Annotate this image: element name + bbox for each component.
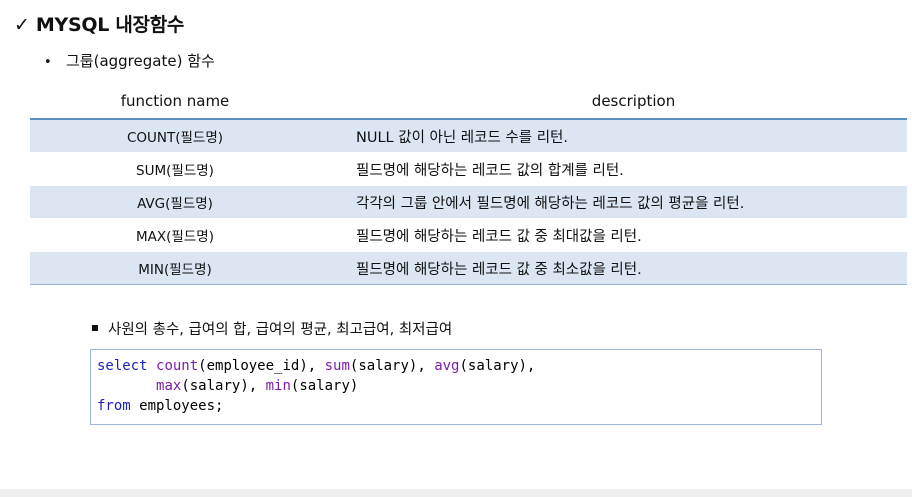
subtitle-text: 그룹(aggregate) 함수 bbox=[66, 52, 215, 70]
bottom-strip bbox=[0, 489, 912, 497]
sql-code-block: select count(employee_id), sum(salary), … bbox=[90, 349, 822, 425]
function-cell: SUM(필드명) bbox=[30, 152, 320, 186]
example-note: 사원의 총수, 급여의 합, 급여의 평균, 최고급여, 최저급여 bbox=[92, 318, 452, 339]
square-bullet-icon bbox=[92, 325, 98, 331]
note-text: 사원의 총수, 급여의 합, 급여의 평균, 최고급여, 최저급여 bbox=[108, 322, 453, 338]
table-row: AVG(필드명) 각각의 그룹 안에서 필드명에 해당하는 레코드 값의 평균을… bbox=[30, 185, 907, 219]
code-text: (salary) bbox=[290, 378, 359, 394]
function-cell: MAX(필드명) bbox=[30, 218, 320, 252]
table-row: MAX(필드명) 필드명에 해당하는 레코드 값 중 최대값을 리턴. bbox=[30, 218, 907, 252]
code-function-avg: avg bbox=[434, 358, 460, 374]
aggregate-function-table: function name description COUNT(필드명) NUL… bbox=[30, 84, 907, 285]
description-cell: NULL 값이 아닌 레코드 수를 리턴. bbox=[320, 118, 907, 153]
function-cell: COUNT(필드명) bbox=[30, 118, 320, 153]
description-cell: 각각의 그룹 안에서 필드명에 해당하는 레코드 값의 평균을 리턴. bbox=[320, 185, 907, 219]
column-header-function-name: function name bbox=[30, 84, 320, 120]
function-cell: AVG(필드명) bbox=[30, 185, 320, 219]
description-cell: 필드명에 해당하는 레코드 값 중 최소값을 리턴. bbox=[320, 251, 907, 285]
code-function-count: count bbox=[156, 358, 199, 374]
table-header-row: function name description bbox=[30, 84, 907, 120]
description-cell: 필드명에 해당하는 레코드 값의 합계를 리턴. bbox=[320, 152, 907, 186]
table-row: SUM(필드명) 필드명에 해당하는 레코드 값의 합계를 리턴. bbox=[30, 152, 907, 186]
code-text: (salary), bbox=[459, 358, 536, 374]
code-text: (salary), bbox=[181, 378, 266, 394]
code-keyword-from: from bbox=[97, 398, 131, 414]
description-cell: 필드명에 해당하는 레코드 값 중 최대값을 리턴. bbox=[320, 218, 907, 252]
table-row: MIN(필드명) 필드명에 해당하는 레코드 값 중 최소값을 리턴. bbox=[30, 251, 907, 285]
code-text: employees; bbox=[130, 398, 224, 414]
bullet-icon: • bbox=[44, 55, 52, 70]
page-title: ✓ MYSQL 내장함수 bbox=[14, 14, 185, 36]
code-text: (salary), bbox=[349, 358, 435, 374]
code-text: (employee_id), bbox=[198, 358, 325, 374]
code-function-min: min bbox=[265, 378, 291, 394]
code-function-sum: sum bbox=[324, 358, 350, 374]
column-header-description: description bbox=[320, 84, 907, 120]
code-function-max: max bbox=[156, 378, 182, 394]
code-keyword-select: select bbox=[97, 358, 148, 374]
table-row: COUNT(필드명) NULL 값이 아닌 레코드 수를 리턴. bbox=[30, 118, 907, 153]
section-subtitle: • 그룹(aggregate) 함수 bbox=[44, 50, 215, 71]
function-cell: MIN(필드명) bbox=[30, 251, 320, 285]
